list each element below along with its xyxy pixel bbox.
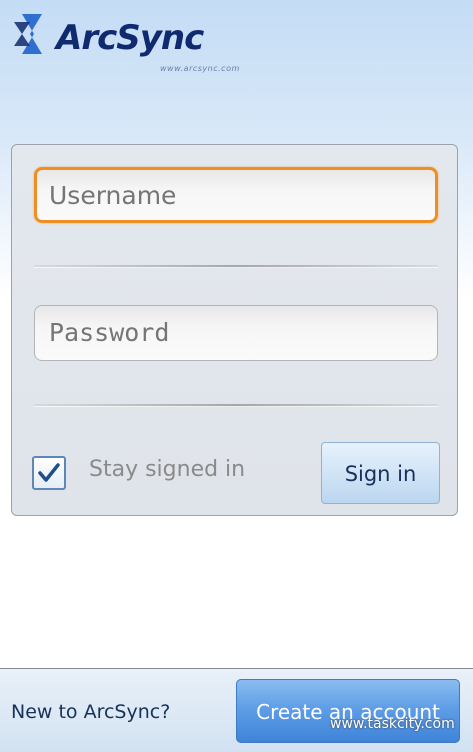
new-account-prompt: New to ArcSync? — [11, 701, 171, 723]
logo-text: ArcSync — [56, 18, 204, 58]
create-account-button[interactable]: Create an account — [236, 679, 460, 743]
watermark-text: www.taskcity.com — [330, 716, 455, 732]
checkmark-icon — [38, 463, 60, 482]
username-input[interactable] — [34, 167, 438, 223]
arcsync-logo: ArcSync www.arcsync.com — [12, 10, 242, 73]
divider — [34, 404, 438, 407]
login-panel: Stay signed in Sign in — [11, 144, 458, 516]
logo-url: www.arcsync.com — [160, 64, 240, 73]
divider — [34, 265, 438, 268]
sign-in-button[interactable]: Sign in — [321, 442, 440, 504]
logo-mark-icon — [14, 14, 42, 54]
stay-signed-in-label: Stay signed in — [89, 457, 246, 482]
footer-bar: New to ArcSync? Create an account — [0, 668, 473, 752]
password-input[interactable] — [34, 305, 438, 361]
stay-signed-in-checkbox[interactable] — [32, 456, 66, 490]
